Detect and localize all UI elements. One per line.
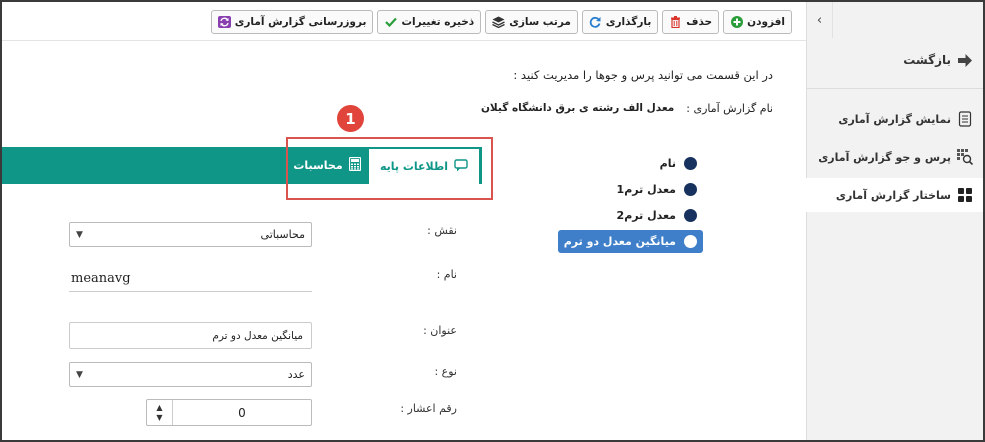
- tree-item-label: معدل ترم1: [616, 182, 676, 196]
- caret-down-icon: ▼: [76, 369, 83, 380]
- sidebar-divider: [806, 88, 983, 89]
- report-name-row: نام گزارش آماری : معدل الف رشته ی برق دا…: [481, 102, 773, 115]
- toolbar-divider: [2, 40, 810, 41]
- save-button[interactable]: ذخیره تغییرات: [377, 10, 482, 34]
- update-report-button[interactable]: بروزرسانی گزارش آماری: [210, 10, 374, 34]
- caret-down-icon: ▼: [76, 229, 83, 240]
- caret-down-icon[interactable]: ▼: [156, 413, 162, 423]
- type-select[interactable]: ▼ عدد: [69, 362, 312, 387]
- node-dot-icon: [684, 156, 697, 170]
- sync-icon: [217, 16, 231, 29]
- sidebar-collapse-button[interactable]: ‹: [807, 2, 833, 38]
- grid-search-icon: [957, 149, 973, 165]
- delete-button[interactable]: حذف: [662, 10, 720, 34]
- node-dot-icon: [684, 235, 697, 248]
- sidebar: ‹ بازگشت نمایش گزارش آماری پرس و جو گزار…: [806, 2, 983, 440]
- title-label: عنوان :: [423, 324, 457, 337]
- sidebar-item-back[interactable]: بازگشت: [806, 44, 983, 76]
- type-value: عدد: [287, 368, 305, 381]
- tree-item-label: نام: [659, 156, 676, 170]
- sort-button[interactable]: مرتب سازی: [485, 10, 578, 34]
- report-name-value: معدل الف رشته ی برق دانشگاه گیلان: [480, 102, 675, 114]
- delete-label: حذف: [686, 16, 713, 28]
- field-tree: نام معدل ترم1 معدل ترم2 میانگین معدل دو …: [557, 150, 703, 253]
- report-name-label: نام گزارش آماری :: [686, 102, 773, 115]
- tree-item[interactable]: معدل ترم2: [558, 202, 703, 228]
- sidebar-item-show-report[interactable]: نمایش گزارش آماری: [806, 104, 983, 134]
- sort-label: مرتب سازی: [509, 16, 571, 28]
- node-dot-icon: [684, 182, 697, 196]
- layers-icon: [492, 16, 505, 29]
- tree-item-selected[interactable]: میانگین معدل دو ترم: [557, 230, 703, 253]
- save-label: ذخیره تغییرات: [401, 16, 475, 28]
- add-label: افزودن: [747, 16, 785, 28]
- refresh-icon: [589, 16, 602, 29]
- sidebar-item-query-report[interactable]: پرس و جو گزارش آماری: [806, 142, 983, 172]
- chevron-left-icon: ‹: [816, 12, 823, 28]
- reload-label: بارگذاری: [605, 16, 652, 28]
- name-label: نام :: [436, 268, 457, 281]
- sidebar-item-label: پرس و جو گزارش آماری: [818, 150, 951, 164]
- type-label: نوع :: [434, 365, 457, 378]
- tree-item-label: معدل ترم2: [616, 208, 676, 222]
- stepper-buttons[interactable]: ▲ ▼: [147, 400, 173, 425]
- sidebar-item-label: نمایش گزارش آماری: [838, 112, 951, 126]
- reload-button[interactable]: بارگذاری: [581, 10, 659, 34]
- sidebar-item-label: ساختار گزارش آماری: [835, 188, 951, 202]
- document-icon: [957, 111, 973, 127]
- decimals-stepper[interactable]: ▲ ▼ 0: [146, 399, 312, 426]
- decimals-value: 0: [238, 405, 246, 420]
- check-icon: [384, 16, 397, 29]
- update-report-label: بروزرسانی گزارش آماری: [234, 16, 367, 28]
- decimals-label: رقم اعشار :: [400, 402, 457, 415]
- tab-highlight-box: [286, 137, 493, 200]
- tree-item-label: میانگین معدل دو ترم: [563, 235, 676, 248]
- trash-icon: [669, 16, 682, 29]
- role-value: محاسباتی: [260, 228, 305, 241]
- tree-item[interactable]: نام: [558, 150, 703, 176]
- toolbar: افزودن حذف بارگذاری مرتب سازی ذخیره تغیی…: [210, 10, 792, 34]
- role-select[interactable]: ▼ محاسباتی: [69, 222, 312, 247]
- plus-circle-icon: [730, 16, 743, 29]
- name-field[interactable]: meanavg: [69, 266, 312, 292]
- add-button[interactable]: افزودن: [723, 10, 792, 34]
- caret-up-icon[interactable]: ▲: [156, 403, 162, 413]
- grid-icon: [957, 187, 973, 203]
- role-label: نقش :: [427, 224, 457, 237]
- tree-item[interactable]: معدل ترم1: [558, 176, 703, 202]
- sidebar-item-report-structure[interactable]: ساختار گزارش آماری: [806, 178, 983, 212]
- node-dot-icon: [684, 208, 697, 222]
- title-field[interactable]: میانگین معدل دو ترم: [69, 322, 312, 349]
- sidebar-item-label: بازگشت: [903, 53, 951, 67]
- app-window: افزودن حذف بارگذاری مرتب سازی ذخیره تغیی…: [0, 0, 985, 442]
- step-badge: 1: [337, 105, 364, 132]
- arrow-right-icon: [957, 52, 973, 68]
- intro-text: در این قسمت می توانید پرس و جوها را مدیر…: [513, 68, 773, 82]
